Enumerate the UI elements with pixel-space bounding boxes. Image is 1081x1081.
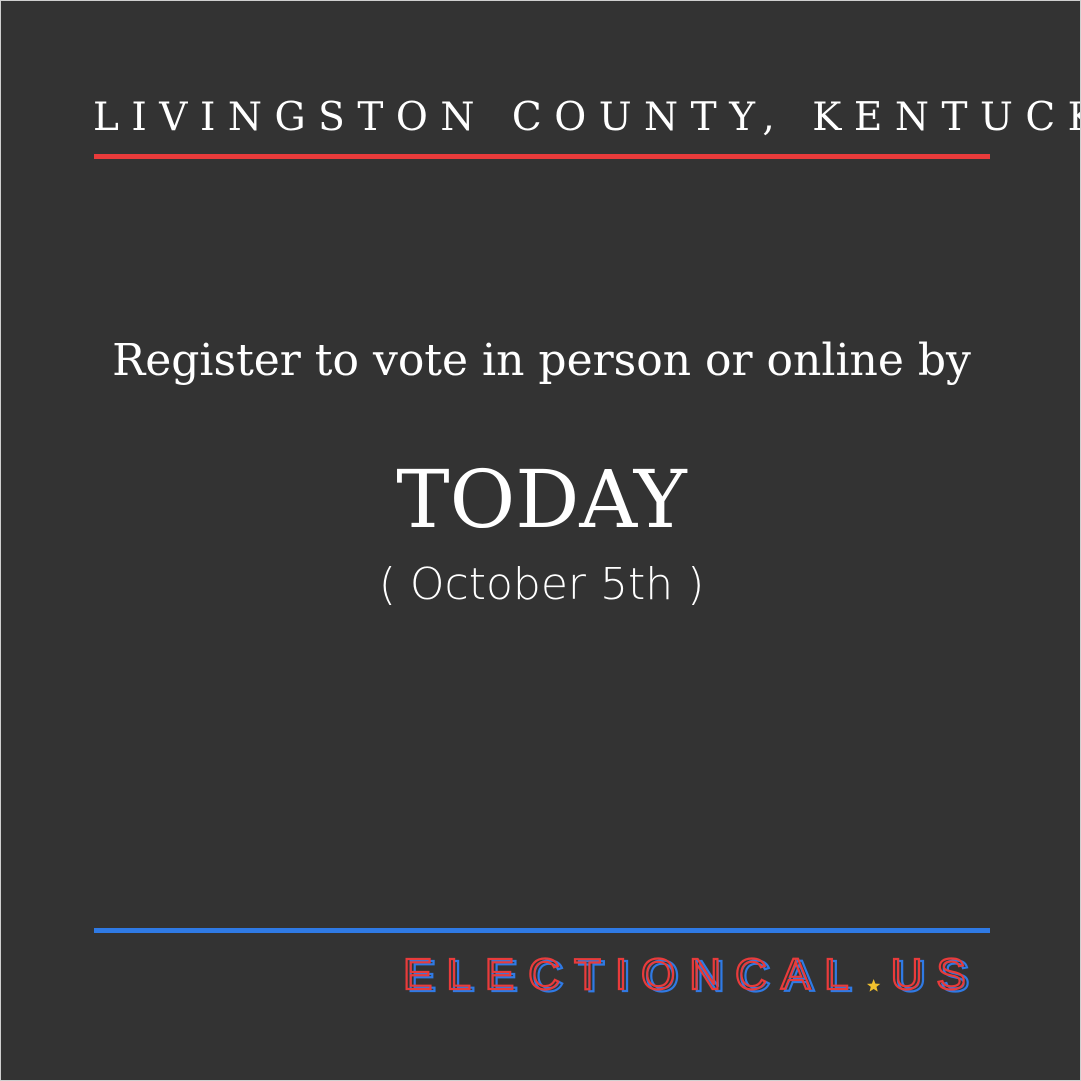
blue-divider — [94, 928, 990, 933]
deadline-date: ( October 5th ) — [378, 559, 705, 610]
wordmark-red-outline: ELECTIONCAL US — [403, 950, 980, 997]
star-icon — [866, 979, 881, 992]
red-divider — [94, 154, 990, 159]
deadline-heading: TODAY — [396, 453, 687, 546]
electioncal-wordmark: ELECTIONCAL US ELECTIONCAL US — [402, 949, 980, 997]
electioncal-logo: ELECTIONCAL US ELECTIONCAL US — [401, 949, 988, 997]
register-instruction: Register to vote in person or online by — [112, 335, 971, 386]
county-title: LIVINGSTON COUNTY, KENTUCKY — [93, 95, 1081, 140]
election-reminder-card: LIVINGSTON COUNTY, KENTUCKY Register to … — [0, 0, 1081, 1081]
